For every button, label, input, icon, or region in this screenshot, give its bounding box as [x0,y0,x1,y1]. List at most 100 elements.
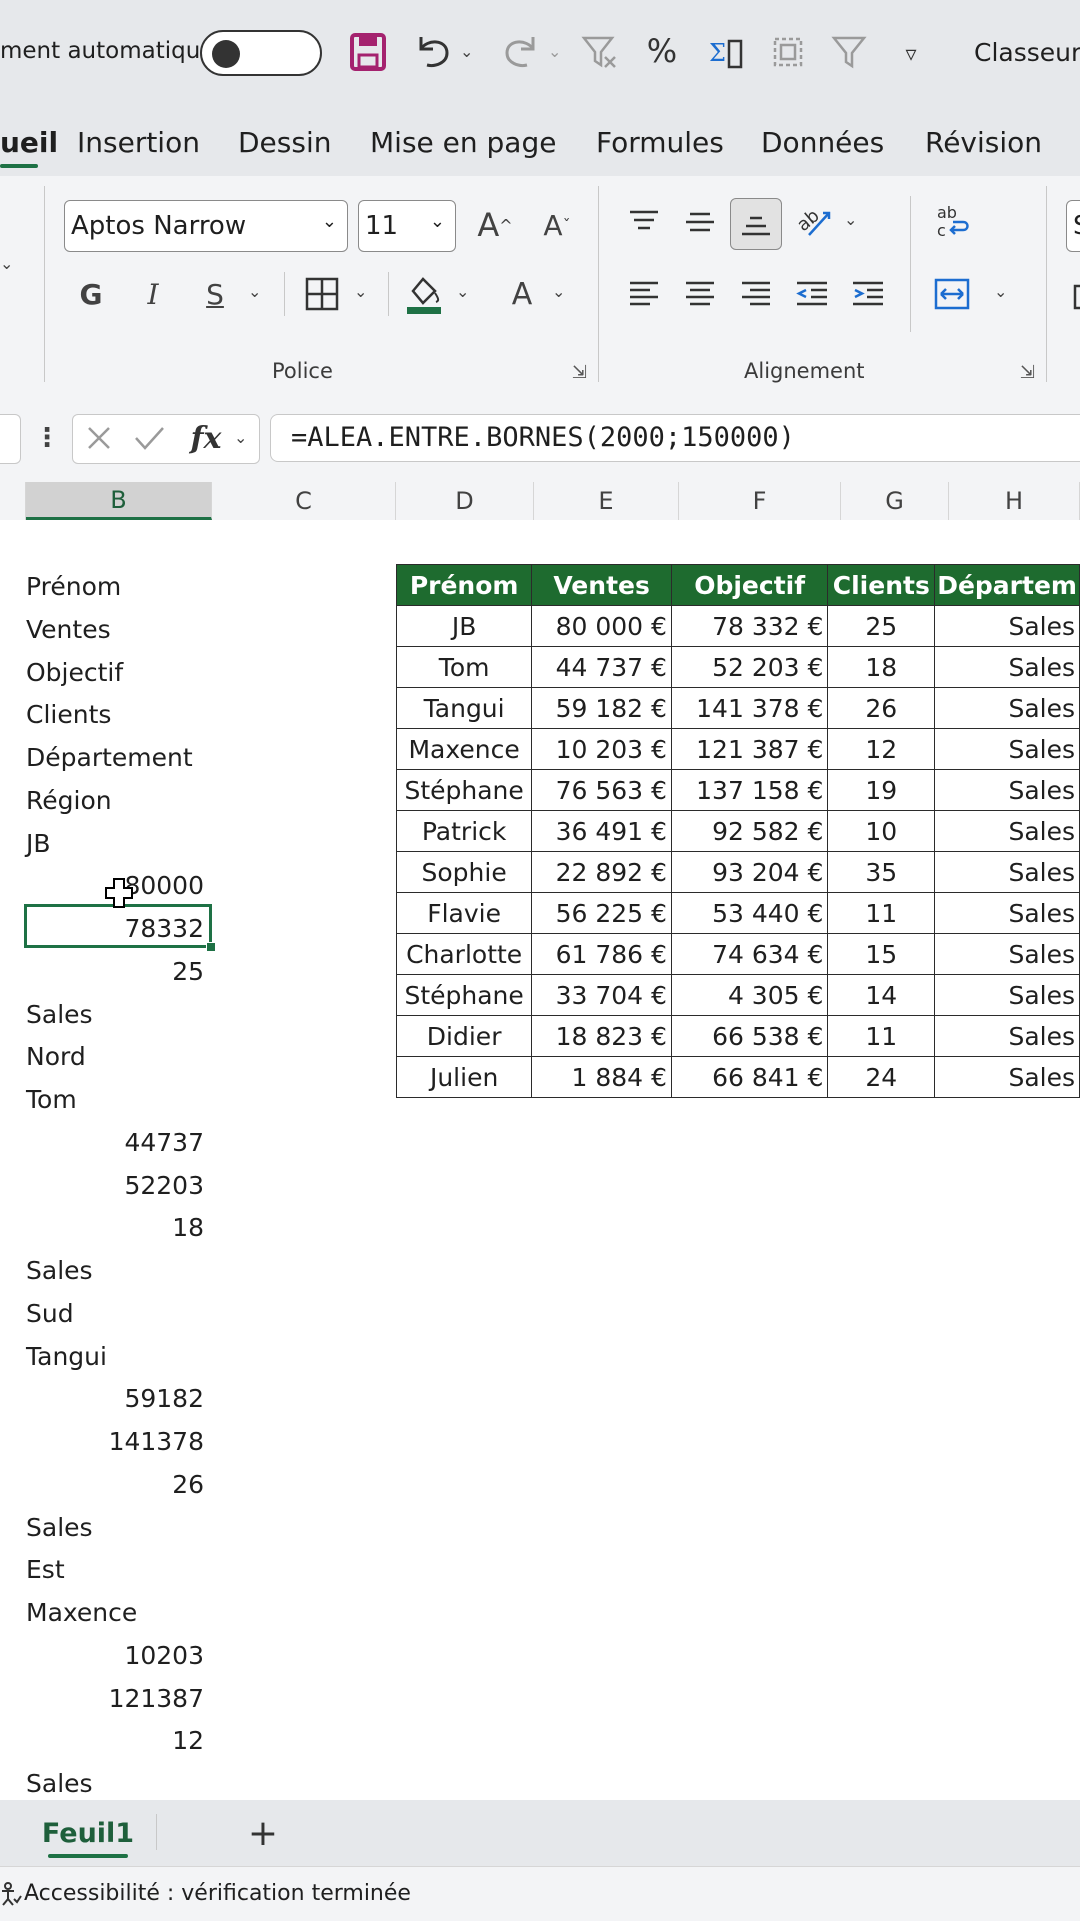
font-size-dropdown[interactable]: 11 ⌄ [358,200,456,252]
table-cell[interactable]: 44 737 € [531,646,672,688]
table-cell[interactable]: Sales [934,1056,1080,1098]
table-cell[interactable]: 93 204 € [670,851,829,893]
column-header-c[interactable]: C [212,482,396,520]
table-cell[interactable]: Sales [934,851,1080,893]
cell-b18[interactable]: Sud [26,1293,204,1335]
decrease-font-size-icon[interactable]: Aˇ [532,200,582,250]
align-top-icon[interactable] [622,200,666,244]
cell-b19[interactable]: Tangui [26,1336,204,1378]
row-header-corner[interactable] [0,482,26,520]
table-header-cell[interactable]: Ventes [531,564,672,606]
table-cell[interactable]: 53 440 € [670,892,829,934]
table-cell[interactable]: 15 [827,933,936,975]
accessibility-status[interactable]: Accessibilité : vérification terminée [24,1881,411,1906]
tab-accueil[interactable]: ueil [0,126,58,159]
table-cell[interactable]: 137 158 € [670,769,829,811]
accessibility-icon[interactable] [0,1878,22,1910]
table-cell[interactable]: 66 538 € [670,1015,829,1057]
font-color-chevron-icon[interactable]: ⌄ [552,282,565,301]
tab-insertion[interactable]: Insertion [77,126,200,159]
clear-filter-icon[interactable] [578,30,622,74]
cell-b17[interactable]: Sales [26,1250,204,1292]
table-cell[interactable]: 78 332 € [670,605,829,647]
table-cell[interactable]: Charlotte [395,933,533,975]
table-cell[interactable]: 33 704 € [531,974,672,1016]
table-cell[interactable]: Didier [395,1015,533,1057]
table-cell[interactable]: 61 786 € [531,933,672,975]
table-cell[interactable]: 12 [827,728,936,770]
redo-icon[interactable] [498,30,544,74]
table-cell[interactable]: Sales [934,892,1080,934]
cell-b15[interactable]: 52203 [26,1165,204,1207]
column-header-e[interactable]: E [534,482,679,520]
table-cell[interactable]: 22 892 € [531,851,672,893]
merge-center-chevron-icon[interactable]: ⌄ [994,282,1007,301]
table-cell[interactable]: 121 387 € [670,728,829,770]
table-cell[interactable]: Julien [395,1056,533,1098]
cell-b3[interactable]: Objectif [26,652,204,694]
align-right-icon[interactable] [734,272,778,316]
align-left-icon[interactable] [622,272,666,316]
confirm-formula-icon[interactable] [130,418,168,458]
table-cell[interactable]: 1 884 € [531,1056,672,1098]
table-cell[interactable]: 18 [827,646,936,688]
fx-chevron-icon[interactable]: ⌄ [234,428,247,447]
underline-chevron-icon[interactable]: ⌄ [248,282,261,301]
cell-b23[interactable]: Sales [26,1507,204,1549]
borders-icon[interactable] [300,272,344,316]
insert-function-fx-icon[interactable]: fx [184,416,228,460]
table-header-cell[interactable]: Clients [827,564,936,606]
table-cell[interactable]: 80 000 € [531,605,672,647]
filter-icon[interactable] [828,30,872,74]
cell-b26[interactable]: 10203 [26,1635,204,1677]
table-cell[interactable]: 56 225 € [531,892,672,934]
undo-dropdown-chevron-icon[interactable]: ⌄ [460,42,473,61]
table-cell[interactable]: 92 582 € [670,810,829,852]
table-cell[interactable]: 52 203 € [670,646,829,688]
cell-b20[interactable]: 59182 [26,1378,204,1420]
align-middle-icon[interactable] [678,200,722,244]
cell-b29[interactable]: Sales [26,1763,204,1805]
fill-color-icon[interactable] [402,270,446,318]
police-dialog-launcher-icon[interactable]: ⇲ [572,362,587,383]
cell-b27[interactable]: 121387 [26,1678,204,1720]
table-cell[interactable]: Sales [934,933,1080,975]
cell-b16[interactable]: 18 [26,1207,204,1249]
table-cell[interactable]: JB [395,605,533,647]
text-orientation-icon[interactable]: ab [792,200,836,244]
cell-b25[interactable]: Maxence [26,1592,204,1634]
table-cell[interactable]: 24 [827,1056,936,1098]
table-cell[interactable]: 141 378 € [670,687,829,729]
column-header-b[interactable]: B [26,482,212,520]
cell-b22[interactable]: 26 [26,1464,204,1506]
cell-b6[interactable]: Région [26,780,204,822]
add-sheet-button[interactable]: + [240,1810,286,1856]
column-header-f[interactable]: F [679,482,841,520]
formula-input[interactable]: =ALEA.ENTRE.BORNES(2000;150000) [270,414,1080,462]
align-center-icon[interactable] [678,272,722,316]
italic-button[interactable]: I [134,272,172,316]
table-cell[interactable]: Sales [934,974,1080,1016]
table-cell[interactable]: 35 [827,851,936,893]
table-cell[interactable]: Sales [934,728,1080,770]
cell-b4[interactable]: Clients [26,694,204,736]
merge-center-icon[interactable] [928,272,976,316]
align-bottom-icon[interactable] [730,198,782,250]
borders-chevron-icon[interactable]: ⌄ [354,282,367,301]
more-options-icon[interactable]: ⋮ [34,418,60,458]
fill-handle[interactable] [206,942,216,952]
insert-function-icon[interactable]: Σ [704,30,748,74]
table-cell[interactable]: 10 203 € [531,728,672,770]
table-cell[interactable]: 74 634 € [670,933,829,975]
table-header-cell[interactable]: Départem [934,564,1080,606]
clipboard-dropdown-chevron-icon[interactable]: ⌄ [0,254,13,273]
table-cell[interactable]: 36 491 € [531,810,672,852]
underline-button[interactable]: S [196,272,234,316]
tab-donnees[interactable]: Données [761,126,884,159]
bold-button[interactable]: G [72,272,110,316]
table-cell[interactable]: Tangui [395,687,533,729]
tab-formules[interactable]: Formules [596,126,724,159]
column-header-d[interactable]: D [396,482,534,520]
table-cell[interactable]: Patrick [395,810,533,852]
autosave-toggle[interactable] [200,30,322,76]
